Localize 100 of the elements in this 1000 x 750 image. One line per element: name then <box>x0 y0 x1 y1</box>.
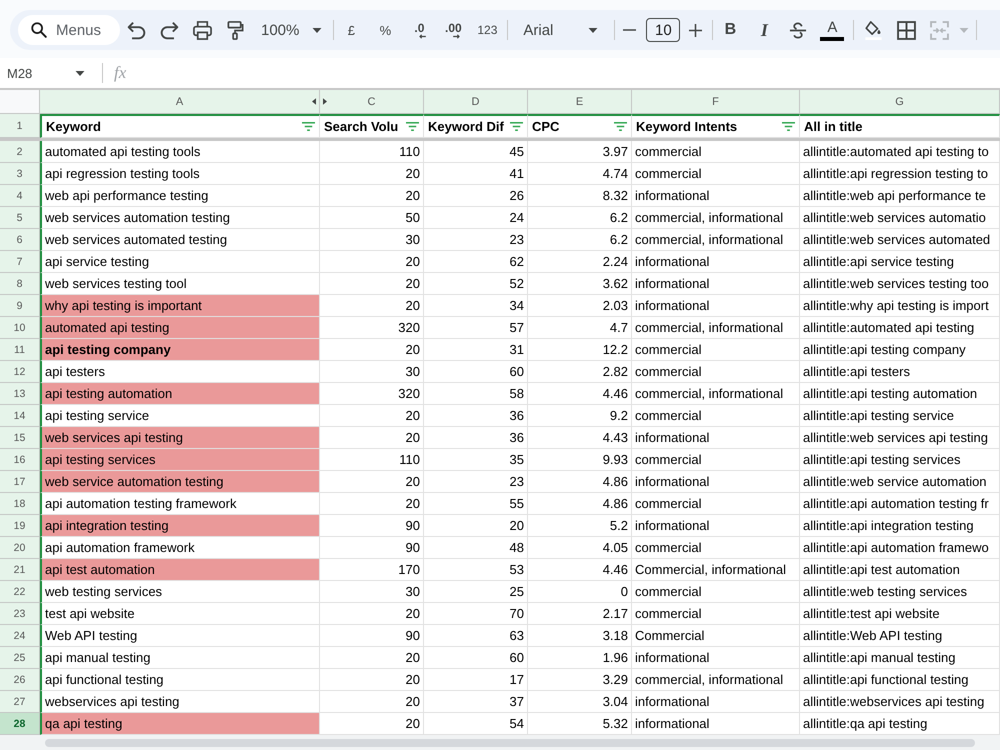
row-number[interactable]: 24 <box>0 625 40 647</box>
row-number[interactable]: 27 <box>0 691 40 713</box>
table-cell: 31 <box>424 339 528 361</box>
increase-decimal-button[interactable]: .00 <box>439 16 468 44</box>
font-dropdown[interactable]: Arial <box>516 16 602 44</box>
filter-icon[interactable] <box>302 122 315 131</box>
row-number[interactable]: 13 <box>0 383 40 405</box>
row-number[interactable]: 10 <box>0 317 40 339</box>
minus-icon[interactable] <box>623 29 636 31</box>
search-field[interactable]: Menus <box>18 15 120 45</box>
table-cell: allintitle:web services api testing <box>800 427 1000 449</box>
table-cell: web services api testing <box>40 427 320 449</box>
right-arrow-icon <box>452 34 461 38</box>
redo-icon[interactable] <box>160 20 179 40</box>
table-cell: Commercial <box>632 625 800 647</box>
row-number[interactable]: 6 <box>0 229 40 251</box>
row-number[interactable]: 2 <box>0 141 40 163</box>
borders-icon[interactable] <box>897 20 916 40</box>
table-cell: commercial, informational <box>632 383 800 405</box>
table-cell: 2.24 <box>528 251 632 273</box>
right-triangle-icon[interactable] <box>323 98 327 105</box>
zoom-dropdown[interactable]: 100% <box>261 16 322 44</box>
table-cell: 60 <box>424 361 528 383</box>
row-number[interactable]: 26 <box>0 669 40 691</box>
row-number[interactable]: 1 <box>0 114 40 138</box>
column-title: All in title <box>804 119 862 134</box>
row-number[interactable]: 17 <box>0 471 40 493</box>
caret-icon <box>75 70 85 76</box>
table-cell: api testing services <box>40 449 320 471</box>
table-cell: commercial <box>632 493 800 515</box>
row-number[interactable]: 9 <box>0 295 40 317</box>
table-cell: allintitle:web services testing too <box>800 273 1000 295</box>
name-box[interactable]: M28 <box>0 61 90 85</box>
column-header[interactable]: D <box>424 90 528 114</box>
table-cell: api test automation <box>40 559 320 581</box>
table-cell: 4.86 <box>528 471 632 493</box>
scrollbar-thumb[interactable] <box>45 738 975 746</box>
row-number[interactable]: 22 <box>0 581 40 603</box>
filter-icon[interactable] <box>614 122 627 131</box>
table-cell: allintitle:api testing services <box>800 449 1000 471</box>
table-cell: allintitle:api service testing <box>800 251 1000 273</box>
row-number[interactable]: 15 <box>0 427 40 449</box>
row-number[interactable]: 5 <box>0 207 40 229</box>
table-cell: allintitle:api functional testing <box>800 669 1000 691</box>
font-size-field[interactable]: 10 <box>646 18 680 42</box>
filter-icon[interactable] <box>782 122 795 131</box>
row-number[interactable]: 7 <box>0 251 40 273</box>
table-cell: 20 <box>320 669 424 691</box>
table-cell: api manual testing <box>40 647 320 669</box>
row-number[interactable]: 16 <box>0 449 40 471</box>
row-number[interactable]: 23 <box>0 603 40 625</box>
row-number[interactable]: 11 <box>0 339 40 361</box>
row-number[interactable]: 18 <box>0 493 40 515</box>
table-cell: 20 <box>320 493 424 515</box>
print-icon[interactable] <box>193 20 212 40</box>
table-cell: 4.7 <box>528 317 632 339</box>
row-number[interactable]: 21 <box>0 559 40 581</box>
decrease-decimal-button[interactable]: .0 <box>405 16 434 44</box>
column-header[interactable]: A <box>40 90 320 114</box>
table-cell: 110 <box>320 141 424 163</box>
row-number[interactable]: 12 <box>0 361 40 383</box>
row-number[interactable]: 14 <box>0 405 40 427</box>
filter-icon[interactable] <box>510 122 523 131</box>
left-triangle-icon[interactable] <box>312 98 316 105</box>
table-cell: 25 <box>424 581 528 603</box>
row-number[interactable]: 4 <box>0 185 40 207</box>
table-cell: 4.86 <box>528 493 632 515</box>
row-number[interactable]: 25 <box>0 647 40 669</box>
column-header[interactable]: E <box>528 90 632 114</box>
undo-icon[interactable] <box>127 20 146 40</box>
column-header[interactable]: G <box>800 90 1000 114</box>
currency-button[interactable]: £ <box>337 16 366 44</box>
number-format-button[interactable]: 123 <box>473 16 502 44</box>
row-number[interactable]: 20 <box>0 537 40 559</box>
table-cell: allintitle:test api website <box>800 603 1000 625</box>
table-cell: Web API testing <box>40 625 320 647</box>
table-cell: 2.82 <box>528 361 632 383</box>
bold-button[interactable]: B <box>716 16 744 44</box>
column-header[interactable]: C <box>320 90 424 114</box>
strikethrough-icon[interactable] <box>789 22 808 38</box>
text-color-button[interactable]: A <box>818 16 846 44</box>
table-cell: allintitle:web services automated <box>800 229 1000 251</box>
plus-icon[interactable] <box>689 24 702 36</box>
row-number[interactable]: 3 <box>0 163 40 185</box>
table-cell: commercial <box>632 537 800 559</box>
row-number[interactable]: 28 <box>0 713 40 735</box>
row-number[interactable]: 8 <box>0 273 40 295</box>
table-cell: 48 <box>424 537 528 559</box>
column-header[interactable]: F <box>632 90 800 114</box>
italic-button[interactable]: I <box>750 16 778 44</box>
table-cell: 20 <box>320 471 424 493</box>
table-cell: 320 <box>320 317 424 339</box>
paint-roller-icon[interactable] <box>226 20 245 40</box>
filter-icon[interactable] <box>406 122 419 131</box>
table-cell: allintitle:web services automatio <box>800 207 1000 229</box>
table-cell: allintitle:api testers <box>800 361 1000 383</box>
row-number[interactable]: 19 <box>0 515 40 537</box>
paint-bucket-icon[interactable] <box>864 20 884 40</box>
horizontal-scrollbar[interactable] <box>0 735 1000 750</box>
percent-button[interactable]: % <box>371 16 400 44</box>
